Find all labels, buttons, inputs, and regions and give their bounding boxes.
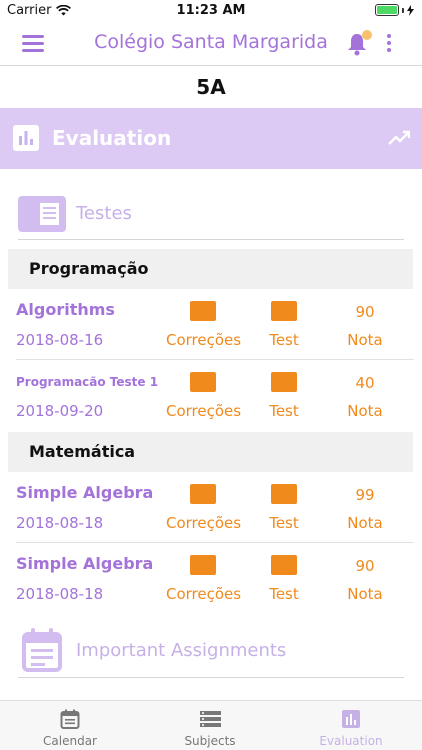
tests-section-label: Testes — [76, 203, 132, 224]
corrections-doc-icon[interactable] — [190, 301, 216, 321]
important-assignments-header[interactable]: Important Assignments — [18, 626, 404, 678]
corrections-link[interactable]: Correções — [166, 331, 241, 349]
test-name: Programacão Teste 1 — [16, 375, 159, 389]
nav-bar: Colégio Santa Margarida — [0, 22, 422, 66]
bar-chart-icon — [342, 710, 360, 728]
grade-value: 90 — [355, 303, 375, 321]
test-row[interactable]: Simple Algebra 2018-08-18 Correções Test… — [0, 472, 422, 543]
tab-label: Subjects — [184, 734, 236, 748]
tab-evaluation[interactable]: Evaluation — [281, 701, 421, 750]
test-name: Simple Algebra — [16, 554, 154, 573]
tab-label: Evaluation — [319, 734, 383, 748]
test-row[interactable]: Simple Algebra 2018-08-18 Correções Test… — [0, 543, 422, 614]
battery-icon — [375, 4, 399, 16]
charging-icon — [407, 4, 414, 16]
grade-label: Nota — [347, 331, 383, 349]
test-date: 2018-08-18 — [16, 514, 104, 532]
tab-calendar[interactable]: Calendar — [0, 701, 140, 750]
evaluation-header: Evaluation — [0, 108, 422, 169]
corrections-doc-icon[interactable] — [190, 372, 216, 392]
test-link[interactable]: Test — [259, 331, 309, 349]
tab-subjects[interactable]: Subjects — [140, 701, 280, 750]
test-name: Simple Algebra — [16, 483, 154, 502]
book-icon — [18, 196, 66, 232]
grade-label: Nota — [347, 585, 383, 603]
tab-label: Calendar — [43, 734, 97, 748]
test-doc-icon[interactable] — [271, 555, 297, 575]
grade-label: Nota — [347, 402, 383, 420]
more-options-icon[interactable] — [385, 34, 393, 54]
calendar-note-icon — [22, 628, 62, 672]
test-link[interactable]: Test — [259, 514, 309, 532]
test-link[interactable]: Test — [259, 585, 309, 603]
bar-chart-icon — [13, 125, 39, 151]
notification-bell-icon[interactable] — [346, 30, 372, 56]
test-doc-icon[interactable] — [271, 372, 297, 392]
corrections-doc-icon[interactable] — [190, 484, 216, 504]
test-doc-icon[interactable] — [271, 301, 297, 321]
corrections-link[interactable]: Correções — [166, 514, 241, 532]
trending-up-icon[interactable] — [388, 128, 411, 148]
important-assignments-label: Important Assignments — [76, 640, 287, 661]
grade-label: Nota — [347, 514, 383, 532]
test-date: 2018-08-16 — [16, 331, 104, 349]
status-time: 11:23 AM — [176, 3, 246, 18]
list-icon — [200, 711, 221, 727]
test-link[interactable]: Test — [259, 402, 309, 420]
grade-value: 40 — [355, 374, 375, 392]
status-bar: Carrier 11:23 AM — [0, 0, 422, 22]
calendar-icon — [60, 709, 80, 729]
class-name: 5A — [196, 75, 226, 99]
test-date: 2018-09-20 — [16, 402, 104, 420]
test-doc-icon[interactable] — [271, 484, 297, 504]
tab-bar: Calendar Subjects Evaluation — [0, 700, 422, 750]
corrections-doc-icon[interactable] — [190, 555, 216, 575]
test-name: Algorithms — [16, 300, 115, 319]
grade-value: 90 — [355, 557, 375, 575]
grade-value: 99 — [355, 486, 375, 504]
subject-header: Matemática — [8, 432, 413, 472]
test-date: 2018-08-18 — [16, 585, 104, 603]
test-row[interactable]: Algorithms 2018-08-16 Correções Test 90 … — [0, 289, 422, 360]
test-row[interactable]: Programacão Teste 1 2018-09-20 Correções… — [0, 360, 422, 431]
subject-header: Programação — [8, 249, 413, 289]
section-title: Evaluation — [52, 126, 172, 150]
tests-section-header: Testes — [18, 190, 404, 240]
corrections-link[interactable]: Correções — [166, 585, 241, 603]
notification-badge — [362, 30, 372, 40]
corrections-link[interactable]: Correções — [166, 402, 241, 420]
